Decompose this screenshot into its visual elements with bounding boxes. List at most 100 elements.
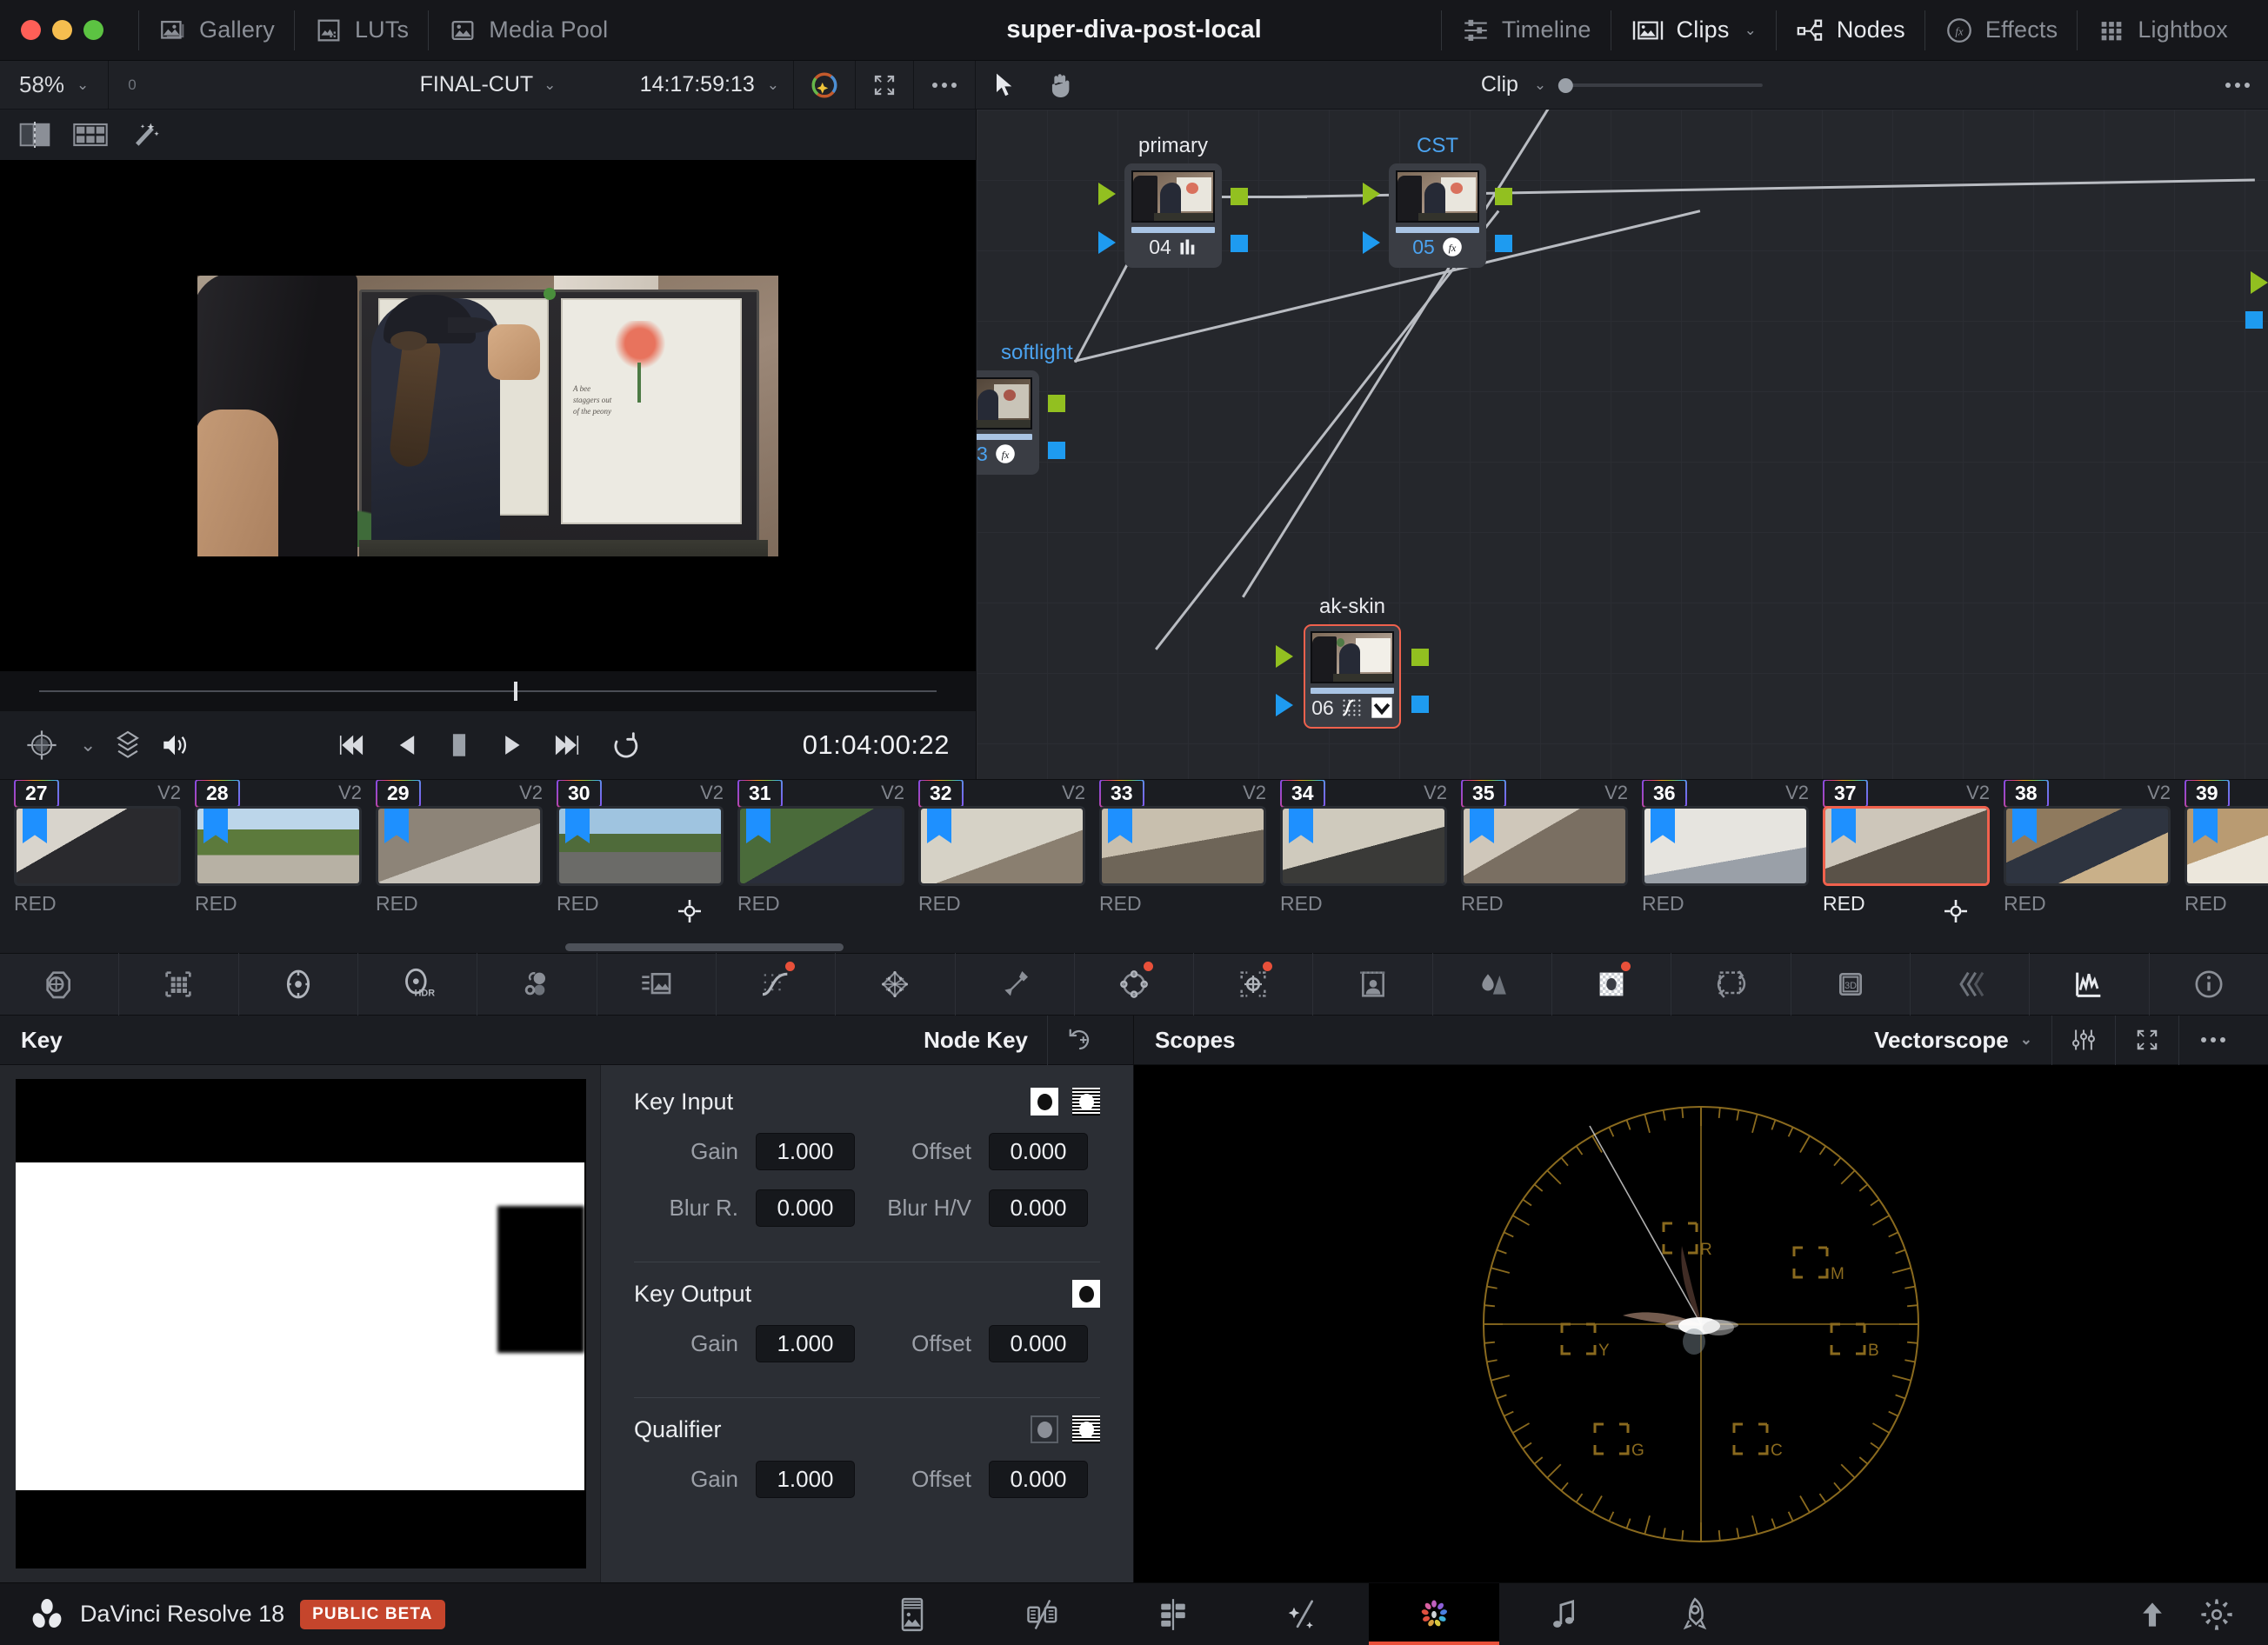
node-input-key-port[interactable]: [1363, 231, 1380, 254]
nodes-button[interactable]: Nodes: [1777, 16, 1924, 45]
param-value-field[interactable]: 1.000: [756, 1133, 855, 1170]
edit-page-button[interactable]: [1108, 1583, 1238, 1645]
clip-thumbnail[interactable]: [1823, 806, 1990, 886]
slider-knob[interactable]: [1558, 77, 1574, 93]
chevron-down-icon[interactable]: ⌄: [2020, 1031, 2032, 1049]
tracker-button[interactable]: [1194, 953, 1314, 1016]
skip-end-icon[interactable]: [552, 732, 582, 758]
param-value-field[interactable]: 1.000: [756, 1325, 855, 1362]
stabilizer-button[interactable]: [1911, 953, 2031, 1016]
effects-button[interactable]: fx Effects: [1925, 16, 2077, 45]
playhead[interactable]: [514, 682, 517, 701]
fusion-page-button[interactable]: [1238, 1583, 1369, 1645]
clip-thumbnail[interactable]: [1461, 806, 1628, 886]
clip-item[interactable]: 30 V2 RED: [550, 780, 730, 933]
node-output-rgb-port[interactable]: [1231, 188, 1248, 205]
clip-thumbnail[interactable]: [376, 806, 543, 886]
clip-item[interactable]: 38 V2 RED: [1997, 780, 2178, 933]
node-body[interactable]: 05 fx: [1389, 163, 1486, 268]
luts-button[interactable]: LUTs: [295, 16, 428, 45]
node-output-key-port[interactable]: [1411, 696, 1429, 713]
vectorscope-display[interactable]: R M B C G Y: [1134, 1065, 2268, 1582]
node-output-rgb-port[interactable]: [1048, 395, 1065, 412]
scrub-track[interactable]: [39, 690, 937, 692]
color-page-button[interactable]: [1368, 1582, 1499, 1645]
split-wipe-icon[interactable]: [19, 122, 50, 148]
clip-thumbnail[interactable]: [737, 806, 904, 886]
node-input-key-port[interactable]: [1276, 694, 1293, 716]
close-window-button[interactable]: [21, 20, 41, 40]
zoom-level-selector[interactable]: 58% ⌄: [0, 71, 108, 98]
stereo-3d-button[interactable]: 3D: [1791, 953, 1911, 1016]
clip-item[interactable]: 32 V2 RED: [911, 780, 1092, 933]
color-warper-button[interactable]: [836, 953, 956, 1016]
node-clip-selector[interactable]: Clip ⌄: [1481, 72, 1764, 97]
deliver-page-button[interactable]: [1630, 1583, 1760, 1645]
blur-button[interactable]: [1433, 953, 1553, 1016]
param-value-field[interactable]: 0.000: [989, 1325, 1088, 1362]
color-match-button[interactable]: [119, 953, 239, 1016]
node-body[interactable]: 03 fx: [977, 370, 1039, 475]
key-input-striped-toggle[interactable]: [1072, 1088, 1100, 1116]
clip-thumbnail[interactable]: [1280, 806, 1447, 886]
clip-filmstrip[interactable]: 27 V2 RED 28 V2 RED 29 V2 RED 30 V2 RED 31 V2 RED 32 V2 R…: [0, 779, 2268, 953]
hand-tool-button[interactable]: [1031, 61, 1089, 110]
lightbox-button[interactable]: Lightbox: [2078, 16, 2247, 45]
grid-view-icon[interactable]: [73, 123, 108, 147]
node-input-rgb-port[interactable]: [1098, 183, 1116, 205]
color-wheels-button[interactable]: [239, 953, 358, 1016]
param-value-field[interactable]: 1.000: [756, 1461, 855, 1498]
key-button[interactable]: [1552, 953, 1672, 1016]
stop-icon[interactable]: [448, 730, 470, 760]
clip-item[interactable]: 37 V2 RED: [1816, 780, 1997, 933]
minimize-window-button[interactable]: [52, 20, 72, 40]
node-zoom-slider[interactable]: [1558, 77, 1764, 93]
scopes-button[interactable]: [2030, 953, 2150, 1016]
clip-item[interactable]: 33 V2 RED: [1092, 780, 1273, 933]
color-enhance-button[interactable]: [794, 61, 855, 110]
node-output-rgb-port[interactable]: [1495, 188, 1512, 205]
camera-raw-button[interactable]: [0, 953, 120, 1016]
param-value-field[interactable]: 0.000: [989, 1461, 1088, 1498]
maximize-window-button[interactable]: [83, 20, 103, 40]
media-pool-button[interactable]: Media Pool: [429, 16, 627, 45]
fullscreen-viewer-button[interactable]: [856, 61, 913, 110]
qualifier-eyedropper-button[interactable]: [956, 953, 1075, 1016]
node-body[interactable]: 04: [1124, 163, 1222, 268]
audio-speaker-icon[interactable]: [160, 731, 190, 759]
chevron-down-icon[interactable]: ⌄: [1534, 77, 1546, 94]
project-manager-icon[interactable]: [2136, 1598, 2169, 1631]
clip-item[interactable]: 39V2 RED: [2178, 780, 2268, 933]
param-value-field[interactable]: 0.000: [989, 1189, 1088, 1227]
cut-page-button[interactable]: [977, 1583, 1108, 1645]
timecode-selector[interactable]: 14:17:59:13 ⌄: [640, 72, 793, 97]
curves-button[interactable]: [717, 953, 837, 1016]
key-input-solid-toggle[interactable]: [1031, 1088, 1058, 1116]
viewer-options-button[interactable]: [914, 61, 975, 110]
filmstrip-scrollbar[interactable]: [565, 943, 844, 951]
pointer-tool-button[interactable]: [976, 61, 1031, 110]
chevron-down-icon[interactable]: ⌄: [77, 77, 89, 94]
viewer-mode-icon[interactable]: [26, 729, 57, 761]
chevron-down-icon[interactable]: ⌄: [767, 77, 779, 94]
clip-item[interactable]: 27 V2 RED: [7, 780, 188, 933]
clip-thumbnail[interactable]: [14, 806, 181, 886]
clip-thumbnail[interactable]: [2185, 806, 2268, 886]
gallery-button[interactable]: Gallery: [139, 16, 294, 45]
magic-mask-button[interactable]: [1313, 953, 1433, 1016]
node-graph[interactable]: primary 04 CST 05 fx softlight 3 fx ak-s…: [976, 110, 2268, 779]
fairlight-page-button[interactable]: [1499, 1583, 1630, 1645]
node-graph-output-port-bottom[interactable]: [2245, 311, 2263, 329]
hdr-wheels-button[interactable]: HDR: [358, 953, 478, 1016]
node-output-key-port[interactable]: [1231, 235, 1248, 252]
node-enable-checkbox[interactable]: [1371, 696, 1393, 719]
clip-item[interactable]: 31 V2 RED: [730, 780, 911, 933]
clip-thumbnail[interactable]: [918, 806, 1085, 886]
param-value-field[interactable]: 0.000: [756, 1189, 855, 1227]
node-input-rgb-port[interactable]: [1276, 645, 1293, 668]
clip-thumbnail[interactable]: [1642, 806, 1809, 886]
qualifier-solid-toggle[interactable]: [1031, 1415, 1058, 1443]
node-output-key-port[interactable]: [1048, 442, 1065, 459]
chevron-down-icon[interactable]: ⌄: [1744, 22, 1757, 39]
clip-thumbnail[interactable]: [1099, 806, 1266, 886]
